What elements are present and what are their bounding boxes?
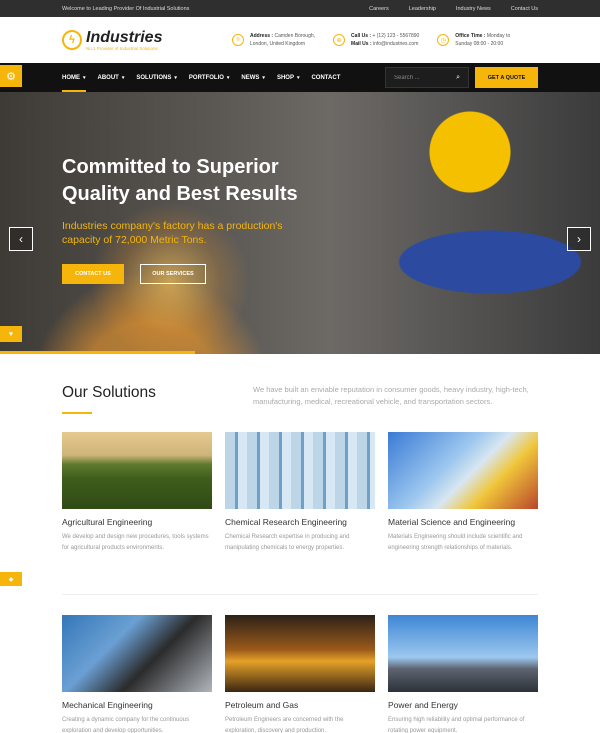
settings-gear-icon[interactable]: ⚙ <box>0 65 22 87</box>
solutions-section: Our Solutions We have built an enviable … <box>0 354 600 733</box>
address-line1: Camden Borough, <box>274 33 316 39</box>
card-title[interactable]: Power and Energy <box>388 700 538 710</box>
globe-icon: ⊕ <box>333 34 346 46</box>
petroleum-gas-image[interactable] <box>225 615 375 692</box>
mail-label: Mail Us : <box>351 41 372 47</box>
slider-prev-arrow-icon[interactable]: ‹ <box>9 227 33 251</box>
hero-subtitle: Industries company's factory has a produ… <box>62 220 283 246</box>
card-title[interactable]: Chemical Research Engineering <box>225 517 375 527</box>
careers-link[interactable]: Careers <box>369 6 389 12</box>
power-energy-image[interactable] <box>388 615 538 692</box>
slider-next-arrow-icon[interactable]: › <box>567 227 591 251</box>
search-box: ⌕ <box>385 67 469 88</box>
solutions-description: We have built an enviable reputation in … <box>253 385 529 406</box>
location-pin-icon: ⌾ <box>232 34 244 46</box>
solutions-grid-row-1: Agricultural Engineering We develop and … <box>62 432 538 578</box>
card-title[interactable]: Mechanical Engineering <box>62 700 212 710</box>
card-text: Ensuring high reliability and optimal pe… <box>388 717 525 733</box>
solutions-title: Our Solutions <box>62 384 156 401</box>
get-a-quote-button[interactable]: GET A QUOTE <box>475 67 538 88</box>
card-text: Petroleum Engineers are concerned with t… <box>225 717 344 733</box>
contact-us-button[interactable]: CONTACT US <box>62 264 124 284</box>
title-underline <box>62 412 92 414</box>
logo-tagline: No.1 Provider of Industrial Solutions <box>86 45 158 51</box>
nav-item-news[interactable]: NEWS ▾ <box>241 63 265 92</box>
contact-info: ⊕ Call Us : + (12) 123 - 5567890 Mail Us… <box>333 32 419 48</box>
phone-number[interactable]: + (12) 123 - 5567890 <box>372 33 419 39</box>
our-services-button[interactable]: OUR SERVICES <box>140 264 206 284</box>
industry-news-link[interactable]: Industry News <box>456 6 491 12</box>
chemical-research-image[interactable] <box>225 432 375 509</box>
chevron-down-icon: ▾ <box>174 74 177 81</box>
nav-item-portfolio[interactable]: PORTFOLIO ▾ <box>189 63 230 92</box>
card-text: Chemical Research expertise in producing… <box>225 534 350 551</box>
address-info: ⌾ Address : Camden Borough, London, Unit… <box>232 32 315 48</box>
material-science-image[interactable] <box>388 432 538 509</box>
logo[interactable]: ϟ Industries No.1 Provider of Industrial… <box>62 28 232 51</box>
email-address[interactable]: info@industries.com <box>373 41 418 47</box>
solution-card[interactable]: Agricultural Engineering We develop and … <box>62 432 212 578</box>
office-line2: Sunday 08:00 - 20:00 <box>455 41 504 47</box>
card-title[interactable]: Agricultural Engineering <box>62 517 212 527</box>
chevron-down-icon: ▾ <box>296 74 300 81</box>
hero-title: Committed to Superior Quality and Best Re… <box>62 156 298 205</box>
nav-item-shop[interactable]: SHOP ▾ <box>277 63 300 92</box>
cart-icon[interactable]: ◆ <box>0 572 22 586</box>
office-label: Office Time : <box>455 33 486 39</box>
card-text: Creating a dynamic company for the conti… <box>62 717 190 733</box>
nav-item-about[interactable]: ABOUT ▾ <box>98 63 125 92</box>
office-time-info: ◷ Office Time : Monday to Sunday 08:00 -… <box>437 32 510 48</box>
top-bar: Welcome to Leading Provider Of Industria… <box>0 0 600 17</box>
chevron-down-icon: ▾ <box>121 74 125 81</box>
nav-item-contact[interactable]: CONTACT <box>311 63 340 92</box>
solution-card[interactable]: Mechanical Engineering Creating a dynami… <box>62 615 212 733</box>
address-line2: London, United Kingdom <box>250 41 306 47</box>
chevron-down-icon: ▾ <box>262 74 265 81</box>
nav-item-home[interactable]: HOME ▾ <box>62 63 86 92</box>
welcome-text: Welcome to Leading Provider Of Industria… <box>62 5 190 12</box>
solution-card[interactable]: Material Science and Engineering Materia… <box>388 432 538 578</box>
search-input[interactable] <box>394 74 457 81</box>
chevron-down-icon: ▾ <box>83 74 86 81</box>
nav-item-solutions[interactable]: SOLUTIONS ▾ <box>136 63 177 92</box>
agriculture-image[interactable] <box>62 432 212 509</box>
solution-card[interactable]: Chemical Research Engineering Chemical R… <box>225 432 375 578</box>
clock-icon: ◷ <box>437 34 450 46</box>
solution-card[interactable]: Petroleum and Gas Petroleum Engineers ar… <box>225 615 375 733</box>
leadership-link[interactable]: Leadership <box>409 6 436 12</box>
main-nav: ⚙ HOME ▾ ABOUT ▾ SOLUTIONS ▾ PORTFOLIO ▾ NEW… <box>0 63 600 92</box>
site-header: ϟ Industries No.1 Provider of Industrial… <box>0 17 600 63</box>
bolt-icon: ϟ <box>62 30 82 50</box>
solutions-grid-row-2: Mechanical Engineering Creating a dynami… <box>62 594 538 733</box>
card-title[interactable]: Petroleum and Gas <box>225 700 375 710</box>
logo-name: Industries <box>86 28 163 46</box>
address-label: Address : <box>250 33 274 39</box>
card-text: We develop and design new procedures, to… <box>62 534 209 551</box>
top-links: Careers Leadership Industry News Contact… <box>369 6 538 12</box>
contact-us-link[interactable]: Contact Us <box>511 6 538 12</box>
solution-card[interactable]: Power and Energy Ensuring high reliabili… <box>388 615 538 733</box>
card-text: Materials Engineering should include sci… <box>388 534 523 551</box>
mechanical-engineering-image[interactable] <box>62 615 212 692</box>
office-line1: Monday to <box>486 33 511 39</box>
nav-menu: HOME ▾ ABOUT ▾ SOLUTIONS ▾ PORTFOLIO ▾ NEWS ▾… <box>62 63 385 92</box>
hero-slider: Committed to Superior Quality and Best Re… <box>0 92 600 354</box>
chevron-down-icon: ▾ <box>226 74 230 81</box>
call-label: Call Us : <box>351 33 372 39</box>
search-icon[interactable]: ⌕ <box>456 74 460 82</box>
card-title[interactable]: Material Science and Engineering <box>388 517 538 527</box>
heart-icon[interactable]: ♥ <box>0 326 22 342</box>
